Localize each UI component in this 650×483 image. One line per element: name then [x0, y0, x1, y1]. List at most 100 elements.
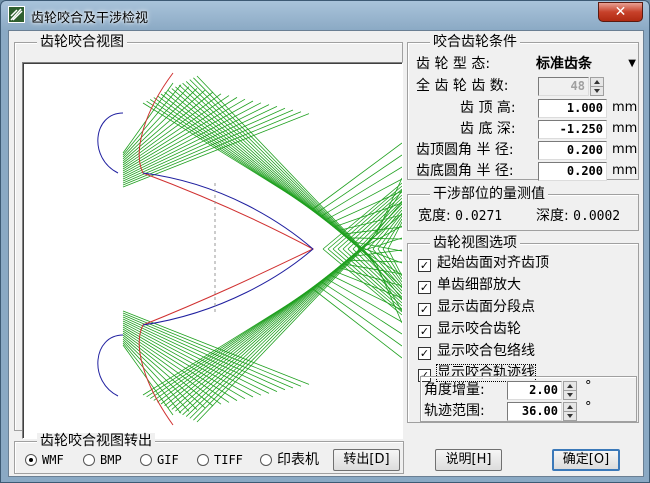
dedendum-input[interactable]: -1.250 — [538, 120, 607, 139]
width-label: 宽度: — [418, 208, 451, 224]
ok-button[interactable]: 确定[O] — [552, 449, 620, 471]
envelope-line — [175, 256, 352, 412]
addendum-unit: mm — [612, 100, 638, 115]
envelope-line — [122, 91, 214, 164]
teeth-spinner[interactable] — [590, 77, 604, 96]
option-align-tip[interactable]: ✓ 起始齿面对齐齿顶 — [418, 253, 549, 273]
root-radius-unit: mm — [612, 163, 638, 178]
gear-type-label: 齿 轮 型 态: — [416, 56, 491, 72]
gear-mesh-drawing — [97, 72, 402, 426]
dedendum-unit: mm — [612, 121, 638, 136]
mesh-view-canvas — [22, 62, 403, 439]
tip-radius-label: 齿顶圆角 半 径: — [416, 142, 514, 158]
measure-title: 干涉部位的量测值 — [430, 186, 548, 202]
angle-spinner[interactable] — [563, 381, 577, 400]
envelope-line — [332, 188, 402, 250]
gear-app-icon — [8, 6, 25, 23]
row-teeth: 全 齿 轮 齿 数: — [416, 76, 509, 96]
envelope-line — [189, 79, 368, 257]
envelope-line — [357, 248, 402, 295]
envelope-line — [189, 241, 368, 419]
envelope-line — [122, 342, 182, 414]
radio-tiff[interactable]: TIFF — [197, 450, 243, 470]
tip-radius-input[interactable]: 0.200 — [538, 141, 607, 160]
envelope-line — [382, 248, 402, 280]
conditions-group: 咬合齿轮条件 齿 轮 型 态: 标准齿条 ▼ 全 齿 轮 齿 数: 48 齿 顶… — [407, 34, 639, 181]
dialog-window: 齿轮咬合及干涉检视 ✕ 齿轮咬合视图 咬合齿轮条件 齿 轮 型 态: 标准齿条 … — [0, 0, 650, 483]
range-spinner[interactable] — [563, 402, 577, 421]
range-input[interactable]: 36.00 — [507, 402, 562, 421]
envelope-line — [122, 334, 214, 407]
checkbox[interactable]: ✓ — [418, 259, 431, 272]
radio-bmp[interactable]: BMP — [83, 450, 122, 470]
option-show-envelope[interactable]: ✓ 显示咬合包络线 — [418, 341, 535, 361]
checkbox[interactable]: ✓ — [418, 303, 431, 316]
radio-gif[interactable]: GIF — [140, 450, 179, 470]
radio-circle[interactable] — [83, 454, 95, 466]
track-curve — [97, 112, 124, 174]
tip-radius-unit: mm — [612, 142, 638, 157]
range-label: 轨迹范围: — [424, 403, 485, 419]
close-button[interactable]: ✕ — [598, 2, 643, 22]
root-radius-label: 齿底圆角 半 径: — [416, 163, 514, 179]
track-settings-panel: 角度增量: 2.00 ° 轨迹范围: 36.00 ° — [420, 376, 637, 422]
measure-width: 宽度: 0.0271 — [418, 206, 502, 226]
envelope-line — [122, 84, 182, 156]
teeth-label: 全 齿 轮 齿 数: — [416, 78, 509, 94]
checkbox[interactable]: ✓ — [418, 281, 431, 294]
envelope-line — [175, 86, 352, 242]
option-segment-points[interactable]: ✓ 显示齿面分段点 — [418, 297, 535, 317]
option-single-tooth-zoom[interactable]: ✓ 单齿细部放大 — [418, 275, 521, 295]
addendum-label: 齿 顶 高: — [460, 100, 516, 116]
gear-type-select[interactable]: 标准齿条 ▼ — [536, 54, 636, 74]
envelope-line — [312, 142, 402, 210]
track-curve — [142, 248, 314, 326]
root-radius-input[interactable]: 0.200 — [538, 162, 607, 181]
row-dedendum: 齿 底 深: — [460, 119, 516, 139]
measure-group: 干涉部位的量测值 宽度: 0.0271 深度: 0.0002 — [407, 186, 639, 231]
chevron-down-icon[interactable]: ▼ — [628, 54, 636, 74]
angle-label: 角度增量: — [424, 382, 485, 398]
help-button[interactable]: 说明[H] — [435, 449, 502, 471]
radio-printer[interactable]: 印表机 — [260, 450, 319, 470]
row-addendum: 齿 顶 高: — [460, 98, 516, 118]
conditions-title: 咬合齿轮条件 — [430, 34, 520, 50]
option-show-mating-gear[interactable]: ✓ 显示咬合齿轮 — [418, 319, 521, 339]
envelope-line — [193, 77, 373, 260]
envelope-line — [332, 248, 402, 310]
row-tip-radius: 齿顶圆角 半 径: — [416, 140, 514, 160]
envelope-line — [182, 82, 360, 249]
radio-wmf[interactable]: WMF — [25, 450, 64, 470]
row-root-radius: 齿底圆角 半 径: — [416, 161, 514, 181]
envelope-line — [167, 263, 343, 408]
export-group: 齿轮咬合视图转出 WMF BMP GIF TIFF 印表机 转出[D] — [14, 433, 404, 474]
depth-value: 0.0002 — [573, 209, 621, 224]
radio-circle[interactable] — [260, 454, 272, 466]
export-button[interactable]: 转出[D] — [333, 449, 400, 471]
angle-unit: ° — [585, 379, 592, 394]
envelope-line — [182, 249, 360, 416]
radio-circle[interactable] — [140, 454, 152, 466]
measure-depth: 深度: 0.0002 — [536, 206, 620, 226]
range-unit: ° — [585, 400, 592, 415]
checkbox[interactable]: ✓ — [418, 347, 431, 360]
radio-circle[interactable] — [25, 454, 37, 466]
checkbox[interactable]: ✓ — [418, 325, 431, 338]
envelope-line — [122, 320, 270, 394]
mesh-view-group: 齿轮咬合视图 — [14, 34, 403, 439]
window-title: 齿轮咬合及干涉检视 — [31, 11, 149, 26]
addendum-input[interactable]: 1.000 — [538, 99, 607, 118]
dialog-client: 齿轮咬合视图 咬合齿轮条件 齿 轮 型 态: 标准齿条 ▼ 全 齿 轮 齿 数:… — [8, 30, 644, 477]
angle-input[interactable]: 2.00 — [507, 381, 562, 400]
dedendum-label: 齿 底 深: — [460, 121, 516, 137]
envelope-line — [122, 340, 190, 412]
envelope-line — [122, 86, 190, 158]
options-title: 齿轮视图选项 — [430, 235, 520, 251]
teeth-input[interactable]: 48 — [538, 77, 589, 96]
envelope-line — [178, 84, 356, 246]
envelope-line — [312, 288, 402, 359]
title-bar[interactable]: 齿轮咬合及干涉检视 ✕ — [1, 1, 649, 31]
envelope-line — [193, 238, 373, 421]
radio-circle[interactable] — [197, 454, 209, 466]
mesh-view-title: 齿轮咬合视图 — [37, 34, 127, 50]
